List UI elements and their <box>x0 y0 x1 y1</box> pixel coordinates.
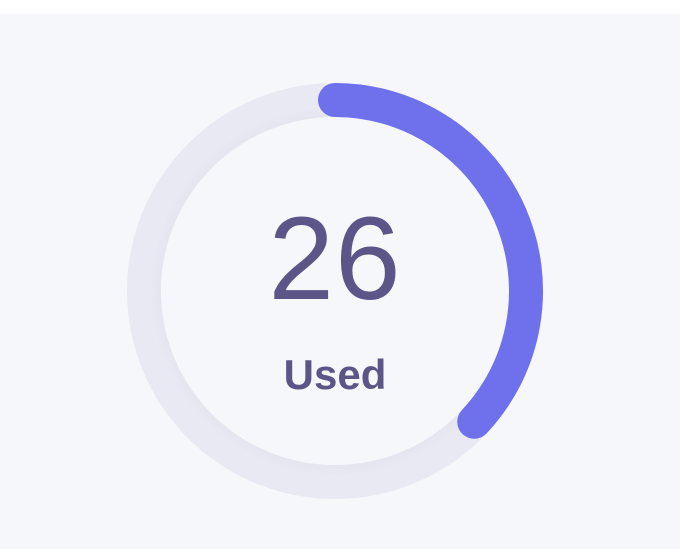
used-label: Used <box>283 351 387 398</box>
usage-gauge: 26 Used <box>126 82 544 500</box>
used-count: 26 <box>268 193 402 325</box>
gauge-panel: 26 Used <box>0 14 680 549</box>
